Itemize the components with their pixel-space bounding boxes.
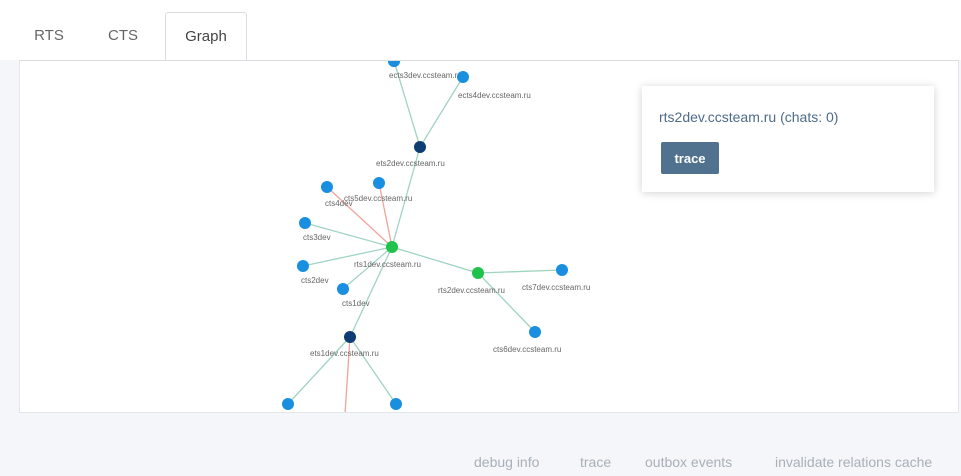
graph-node-label: cts6dev.ccsteam.ru [493, 345, 561, 354]
graph-node-label: cts3dev [303, 233, 331, 242]
graph-node-rts2[interactable] [472, 267, 484, 279]
graph-panel: ects3dev.ccsteam.ru ects4dev.ccsteam.ru et… [19, 60, 959, 413]
graph-node-label: ets2dev.ccsteam.ru [376, 159, 445, 168]
graph-node-cts1[interactable] [337, 283, 349, 295]
graph-node-cts7[interactable] [556, 264, 568, 276]
outbox-events-link[interactable]: outbox events [645, 454, 732, 470]
graph-edge [349, 336, 397, 405]
graph-edge [287, 336, 351, 405]
graph-node-ects4[interactable] [457, 71, 469, 83]
debug-info-link[interactable]: debug info [474, 454, 539, 470]
graph-node-rts1[interactable] [386, 241, 398, 253]
graph-node-label: cts2dev [301, 276, 329, 285]
graph-node-label: cts1dev [342, 299, 370, 308]
trace-link[interactable]: trace [580, 454, 611, 470]
graph-node-ets1[interactable] [344, 331, 356, 343]
graph-node-cts6[interactable] [529, 326, 541, 338]
trace-button[interactable]: trace [661, 142, 719, 174]
invalidate-relations-cache-link[interactable]: invalidate relations cache [775, 454, 932, 470]
graph-edge [419, 76, 464, 148]
graph-node-label: ets1dev.ccsteam.ru [310, 349, 379, 358]
tab-bar: RTS CTS Graph [0, 0, 961, 61]
graph-node-label: ects4dev.ccsteam.ru [458, 91, 531, 100]
graph-node-label: ects3dev.ccsteam.ru [389, 71, 462, 80]
graph-node-ets2[interactable] [414, 141, 426, 153]
graph-node-b2[interactable] [390, 398, 402, 410]
graph-node-ects3[interactable] [388, 61, 400, 67]
selected-node-title: rts2dev.ccsteam.ru (chats: 0) [659, 109, 839, 125]
footer-links: debug info trace outbox events invalidat… [0, 454, 961, 474]
graph-node-label: cts5dev.ccsteam.ru [344, 194, 412, 203]
graph-node-label: rts2dev.ccsteam.ru [438, 286, 505, 295]
node-info-card: rts2dev.ccsteam.ru (chats: 0) trace [642, 86, 934, 192]
graph-node-cts2[interactable] [297, 260, 309, 272]
graph-node-b1[interactable] [282, 398, 294, 410]
graph-edge [477, 269, 563, 274]
graph-edge [477, 272, 536, 333]
graph-node-label: rts1dev.ccsteam.ru [354, 260, 421, 269]
graph-node-cts4[interactable] [321, 181, 333, 193]
tab-graph[interactable]: Graph [165, 12, 247, 61]
tab-cts[interactable]: CTS [94, 12, 152, 60]
tab-rts[interactable]: RTS [20, 12, 78, 60]
graph-node-cts3[interactable] [299, 217, 311, 229]
graph-node-label: cts7dev.ccsteam.ru [522, 283, 590, 292]
graph-node-cts5[interactable] [373, 177, 385, 189]
